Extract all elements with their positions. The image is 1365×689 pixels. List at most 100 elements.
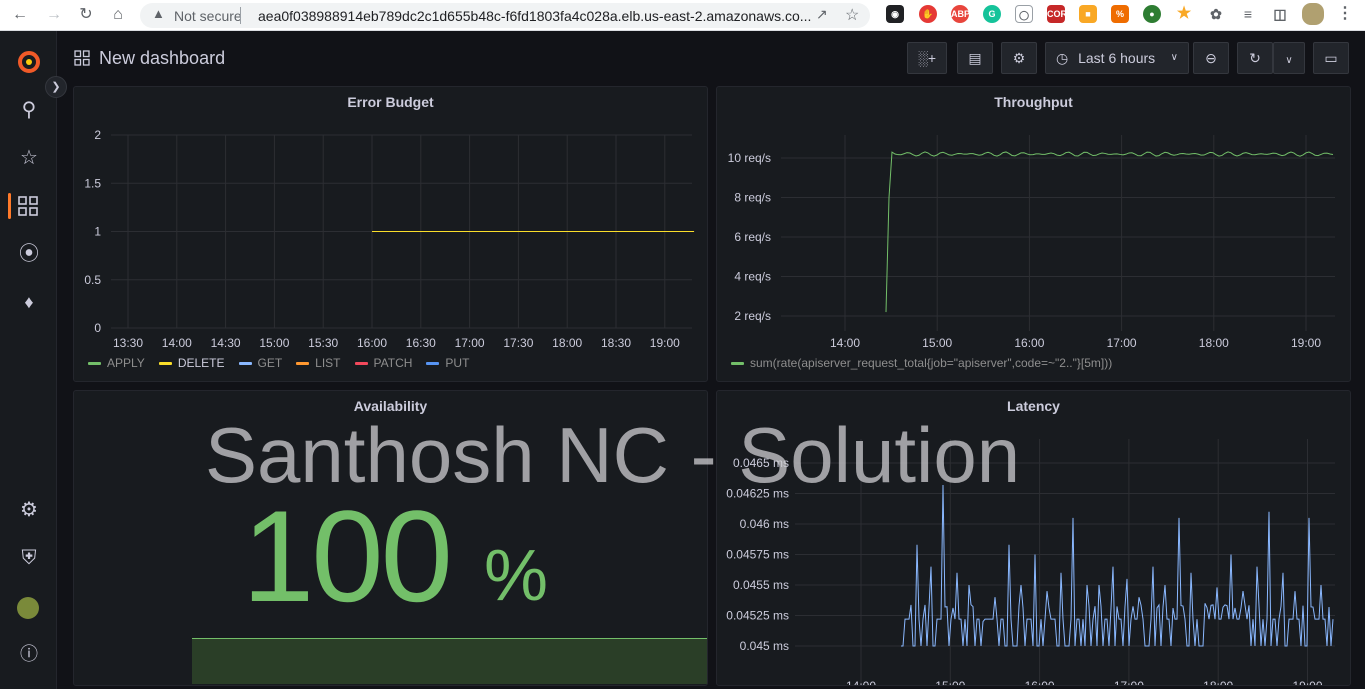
legend-item[interactable]: DELETE — [158, 356, 225, 370]
dashboard-header: New dashboard ░+ ▤ ⚙ ◷ Last 6 hours ∨ ⊖ … — [57, 31, 1365, 83]
profile-avatar[interactable] — [1302, 3, 1324, 25]
legend-swatch — [426, 362, 440, 366]
chevron-down-icon: ∨ — [1170, 52, 1178, 63]
y-tick-label: 0.04575 ms — [726, 548, 789, 562]
x-tick-label: 17:00 — [455, 336, 485, 350]
time-picker-button[interactable]: ◷ Last 6 hours ∨ — [1045, 42, 1189, 74]
browser-toolbar: ← → ↻ ⌂ ▲ Not secure aea0f038988914eb789… — [0, 0, 1365, 31]
y-tick-label: 2 — [94, 128, 101, 142]
help-icon[interactable]: ⓘ — [16, 641, 42, 667]
extension-star-icon[interactable]: ★ — [1175, 5, 1193, 23]
bookmark-star-icon[interactable]: ☆ — [845, 5, 859, 25]
extension-notes-icon[interactable]: ■ — [1079, 5, 1097, 23]
reload-icon[interactable]: ↻ — [74, 4, 98, 26]
explore-compass-icon[interactable]: ⦿ — [16, 241, 42, 267]
y-tick-label: 6 req/s — [734, 230, 771, 244]
search-icon[interactable]: ⚲ — [16, 97, 42, 123]
x-tick-label: 16:30 — [406, 336, 436, 350]
legend-item[interactable]: PATCH — [354, 356, 412, 370]
starred-icon[interactable]: ☆ — [16, 145, 42, 171]
extension-shield-icon[interactable]: ◯ — [1015, 5, 1033, 23]
error-budget-panel[interactable]: Error Budget 0 0.5 1 1.5 2 13:30 14:00 14:30 15:… — [73, 86, 708, 382]
legend-swatch — [238, 362, 252, 366]
tv-mode-button[interactable]: ▭ — [1313, 42, 1349, 74]
y-tick-label: 0.04525 ms — [726, 609, 789, 623]
shield-icon[interactable]: ⛨ — [16, 545, 42, 571]
back-icon[interactable]: ← — [8, 4, 32, 26]
settings-gear-icon: ⚙ — [1012, 50, 1026, 66]
x-tick-label: 16:00 — [357, 336, 387, 350]
grafana-logo-icon[interactable] — [16, 49, 42, 75]
user-avatar[interactable] — [17, 597, 39, 619]
legend-swatch — [296, 362, 310, 366]
x-tick-label: 17:00 — [1114, 679, 1144, 686]
dashboard-grid-icon — [74, 50, 90, 66]
extension-grammarly-icon[interactable]: G — [983, 5, 1001, 23]
security-label: Not secure — [174, 8, 242, 24]
availability-panel[interactable]: Availability 100 % — [73, 390, 708, 686]
y-tick-label: 4 req/s — [734, 270, 771, 284]
dashboards-icon[interactable] — [18, 196, 38, 216]
share-icon[interactable]: ↗ — [816, 6, 828, 23]
extension-stop-icon[interactable]: ✋ — [919, 5, 937, 23]
extension-abp-icon[interactable]: ABP — [951, 5, 970, 23]
extension-translate-icon[interactable]: % — [1111, 5, 1129, 23]
latency-chart: 0.045 ms 0.04525 ms 0.0455 ms 0.04575 ms 0.0… — [726, 439, 1335, 686]
refresh-button[interactable]: ↻ — [1237, 42, 1273, 74]
extension-cors-icon[interactable]: CORS — [1047, 5, 1073, 23]
x-tick-label: 18:00 — [1199, 336, 1229, 350]
gear-icon[interactable]: ⚙ — [16, 497, 42, 523]
forward-icon[interactable]: → — [42, 4, 66, 26]
browser-menu-icon[interactable]: ⋮ — [1336, 5, 1354, 23]
legend-item[interactable]: GET — [238, 356, 283, 370]
y-tick-label: 1.5 — [84, 176, 101, 190]
y-tick-label: 0.5 — [84, 273, 101, 287]
dashboard-settings-button[interactable]: ⚙ — [1001, 42, 1037, 74]
error-budget-legend: APPLY DELETE GET LIST PATCH PUT — [88, 356, 483, 370]
y-tick-label: 2 req/s — [734, 309, 771, 323]
url-text[interactable]: aea0f038988914eb789dc2c1d655b48c-f6fd180… — [258, 8, 811, 24]
x-tick-label: 18:00 — [552, 336, 582, 350]
throughput-panel[interactable]: Throughput 2 req/s 4 req/s 6 req/s 8 req/s 1… — [716, 86, 1351, 382]
address-separator — [240, 7, 241, 24]
legend-item[interactable]: APPLY — [88, 356, 145, 370]
side-panel-icon[interactable]: ◫ — [1271, 5, 1289, 23]
legend-swatch — [354, 362, 368, 366]
extension-ghost-icon[interactable]: ◉ — [886, 5, 904, 23]
y-tick-label: 0.046 ms — [740, 517, 789, 531]
legend-label: APPLY — [107, 356, 145, 370]
panel-title: Availability — [353, 398, 428, 414]
extension-globe-icon[interactable]: ● — [1143, 5, 1161, 23]
add-panel-button[interactable]: ░+ — [907, 42, 947, 74]
availability-value: 100 — [242, 483, 453, 629]
x-tick-label: 13:30 — [113, 336, 143, 350]
extensions-puzzle-icon[interactable]: ✿ — [1207, 5, 1225, 23]
home-icon[interactable]: ⌂ — [106, 4, 130, 26]
y-tick-label: 0.0465 ms — [733, 456, 789, 470]
expand-nav-button[interactable]: ❯ — [45, 76, 67, 98]
legend-item[interactable]: LIST — [296, 356, 341, 370]
zoom-out-button[interactable]: ⊖ — [1193, 42, 1229, 74]
x-tick-label: 14:30 — [211, 336, 241, 350]
throughput-legend: sum(rate(apiserver_request_total{job="ap… — [731, 356, 1126, 370]
refresh-interval-button[interactable]: ∨ — [1273, 42, 1305, 74]
legend-item[interactable]: sum(rate(apiserver_request_total{job="ap… — [731, 356, 1112, 370]
y-tick-label: 1 — [94, 225, 101, 239]
save-dashboard-button[interactable]: ▤ — [957, 42, 993, 74]
x-tick-label: 14:00 — [162, 336, 192, 350]
clock-icon: ◷ — [1056, 50, 1069, 66]
latency-panel[interactable]: Latency 0.045 ms 0.04525 ms 0.0455 ms 0.045… — [716, 390, 1351, 686]
throughput-chart: 2 req/s 4 req/s 6 req/s 8 req/s 10 req/s 14:0… — [728, 135, 1335, 350]
dashboard-title[interactable]: New dashboard — [99, 48, 225, 69]
legend-item[interactable]: PUT — [426, 356, 469, 370]
legend-label: sum(rate(apiserver_request_total{job="ap… — [750, 356, 1113, 370]
alerting-bell-icon[interactable]: ♦ — [16, 289, 42, 315]
legend-label: DELETE — [177, 356, 225, 370]
y-tick-label: 10 req/s — [728, 151, 771, 165]
legend-label: GET — [257, 356, 283, 370]
media-queue-icon[interactable]: ≡ — [1239, 5, 1257, 23]
time-range-label: Last 6 hours — [1078, 50, 1156, 66]
y-tick-label: 0.04625 ms — [726, 487, 789, 501]
address-bar[interactable]: ▲ Not secure aea0f038988914eb789dc2c1d65… — [140, 3, 870, 28]
legend-swatch — [88, 362, 101, 366]
